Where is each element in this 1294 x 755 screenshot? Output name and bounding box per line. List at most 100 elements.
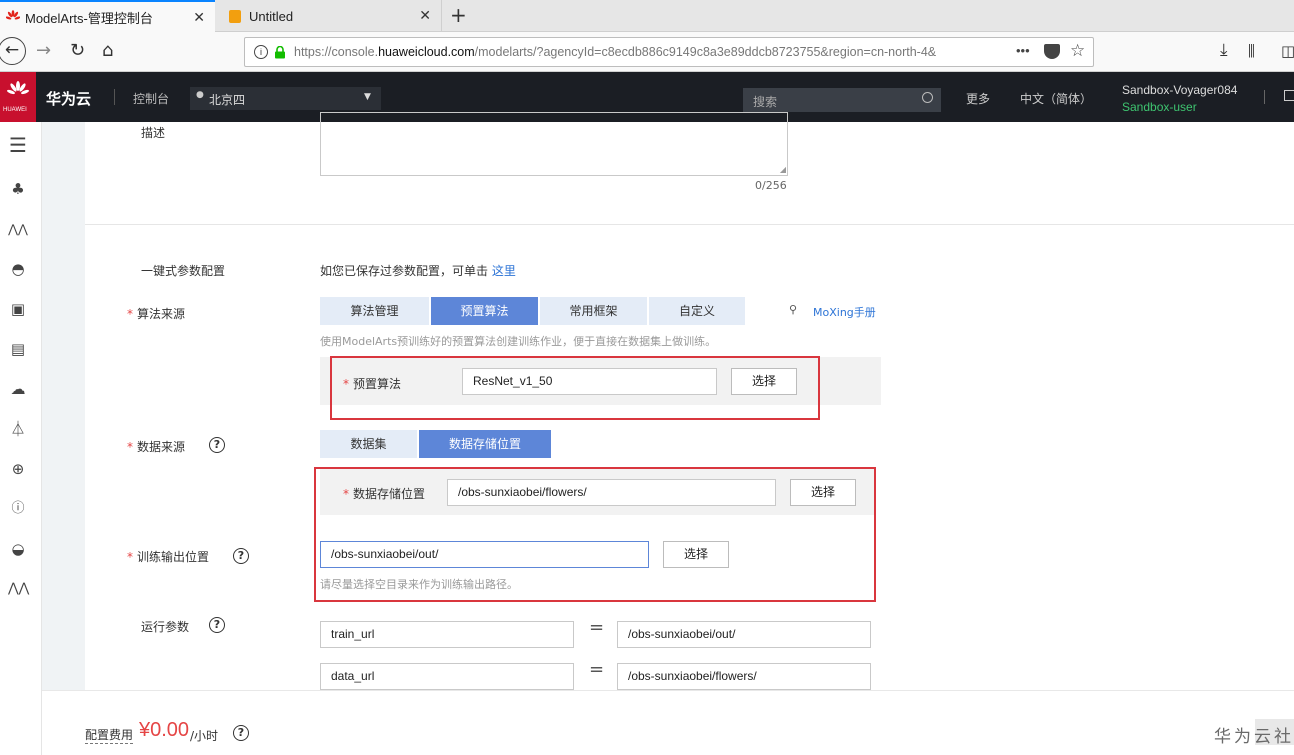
param-key-input[interactable]: data_url [320, 663, 574, 690]
monitor-icon[interactable]: ⋀⋀ [8, 579, 29, 599]
watermark: 华为云社区 [1214, 717, 1294, 747]
tab-title: ModelArts-管理控制台 [25, 10, 153, 26]
description-textarea[interactable]: ◢ [320, 112, 788, 176]
param-value-input[interactable]: /obs-sunxiaobei/flowers/ [617, 663, 871, 690]
moxing-manual-link[interactable]: MoXing手册 [813, 304, 876, 320]
resize-handle-icon[interactable]: ◢ [780, 165, 786, 174]
cost-footer: 配置费用 ¥0.00 /小时 ? 华为云社区 [42, 690, 1294, 755]
cost-unit: /小时 [190, 729, 219, 743]
watermark-text: 华为云社区 [1214, 727, 1294, 747]
algo-tab-custom[interactable]: 自定义 [649, 297, 745, 325]
description-label: 描述 [141, 126, 166, 140]
download-icon[interactable]: ⤓ [1220, 40, 1228, 60]
annotation-box [314, 467, 876, 602]
region-selector[interactable]: ● 北京四 ▼ [190, 87, 381, 110]
page-actions-icon[interactable]: ••• [1016, 43, 1030, 58]
document-icon[interactable]: ▤ [8, 339, 28, 359]
tab-untitled[interactable]: Untitled ✕ [215, 0, 442, 32]
data-tab-storage[interactable]: 数据存储位置 [419, 430, 551, 458]
algo-source-text: 算法来源 [137, 307, 186, 321]
param-key-input[interactable]: train_url [320, 621, 574, 648]
link-icon: ⚲ [789, 303, 798, 316]
one-click-config-text: 如您已保存过参数配置，可单击 这里 [320, 262, 516, 279]
new-tab-icon[interactable]: + [450, 3, 467, 27]
cluster-icon[interactable]: ♣ [8, 179, 28, 199]
data-source-text: 数据来源 [137, 440, 186, 454]
tab-modelarts[interactable]: ModelArts-管理控制台 ✕ [0, 0, 215, 32]
back-icon[interactable]: ← [0, 37, 26, 65]
url-domain: huaweicloud.com [378, 45, 475, 59]
home-icon[interactable]: ⌂ [102, 40, 113, 61]
training-job-form: 描述 ◢ 0/256 一键式参数配置 如您已保存过参数配置，可单击 这里 * 算法… [85, 112, 1294, 690]
secondary-sidebar [42, 122, 85, 690]
cloud-disk-icon[interactable]: ◓ [8, 259, 28, 279]
region-label: 北京四 [209, 93, 246, 107]
description-counter: 0/256 [755, 179, 787, 192]
header-divider [114, 89, 115, 105]
storage-icon[interactable]: ▣ [8, 299, 28, 319]
equals-icon: = [589, 659, 605, 680]
one-click-config-link[interactable]: 这里 [492, 264, 516, 278]
tab-title: Untitled [249, 8, 294, 24]
cloud-icon[interactable]: ☁ [8, 379, 28, 399]
param-value-input[interactable]: /obs-sunxiaobei/out/ [617, 621, 871, 648]
lock-icon [274, 45, 286, 59]
algo-tab-framework[interactable]: 常用框架 [540, 297, 647, 325]
bookmark-star-icon[interactable]: ☆ [1070, 41, 1085, 61]
equals-icon: = [589, 617, 605, 638]
close-tab-icon[interactable]: ✕ [193, 9, 205, 26]
browser-tab-bar: ModelArts-管理控制台 ✕ Untitled ✕ + [0, 0, 1294, 32]
help-icon[interactable]: ? [233, 548, 249, 564]
algo-tab-preset[interactable]: 预置算法 [431, 297, 538, 325]
ip-icon[interactable]: ⓘ [8, 499, 28, 519]
output-location-label: * 训练输出位置 [127, 548, 209, 565]
info-icon[interactable]: i [254, 45, 268, 59]
run-params-label: 运行参数 [141, 620, 190, 634]
huawei-logo[interactable]: HUAWEI [0, 72, 36, 122]
account-user: Sandbox-user [1122, 100, 1197, 114]
header-divider [1264, 90, 1265, 104]
help-icon[interactable]: ? [209, 437, 225, 453]
search-icon[interactable] [922, 92, 933, 103]
language-selector[interactable]: 中文（简体） [1020, 90, 1092, 107]
data-tab-dataset[interactable]: 数据集 [320, 430, 417, 458]
more-menu[interactable]: 更多 [966, 90, 990, 107]
cost-value: ¥0.00 [139, 719, 190, 741]
algo-source-label: * 算法来源 [127, 305, 185, 322]
output-location-text: 训练输出位置 [137, 550, 210, 564]
forward-icon[interactable]: → [36, 40, 51, 61]
close-tab-icon[interactable]: ✕ [419, 7, 431, 24]
url-bar[interactable]: i https://console.huaweicloud.com/modela… [244, 37, 1094, 67]
chevron-down-icon: ▼ [364, 92, 371, 102]
pocket-icon[interactable] [1044, 44, 1060, 59]
search-box[interactable]: 搜索 [743, 88, 941, 112]
database-icon[interactable]: ◒ [8, 539, 28, 559]
url-text: https://console.huaweicloud.com/modelart… [294, 45, 994, 59]
waves-icon[interactable]: ⋀⋀ [8, 219, 28, 239]
required-marker: * [127, 550, 133, 564]
data-source-label: * 数据来源 [127, 438, 185, 455]
console-link[interactable]: 控制台 [133, 90, 169, 107]
vpn-icon[interactable]: ⏃ [8, 419, 28, 439]
url-path: /modelarts/?agencyId=c8ecdb886c9149c8a3e… [474, 45, 937, 59]
algo-tab-management[interactable]: 算法管理 [320, 297, 429, 325]
help-icon[interactable]: ? [233, 725, 249, 741]
reload-icon[interactable]: ↻ [70, 40, 85, 61]
browser-nav-bar: ← → ↻ ⌂ i https://console.huaweicloud.co… [0, 32, 1294, 72]
cost-label: 配置费用 [85, 728, 134, 744]
one-click-config-label: 一键式参数配置 [141, 264, 226, 278]
account-name[interactable]: Sandbox-Voyager084 [1122, 83, 1237, 97]
one-click-config-hint: 如您已保存过参数配置，可单击 [320, 264, 489, 278]
brand-name[interactable]: 华为云 [46, 88, 91, 109]
message-icon[interactable] [1284, 90, 1294, 101]
url-prefix: https://console. [294, 45, 379, 59]
globe-icon[interactable]: ⊕ [8, 459, 28, 479]
help-icon[interactable]: ? [209, 617, 225, 633]
algo-hint: 使用ModelArts预训练好的预置算法创建训练作业，便于直接在数据集上做训练。 [320, 335, 717, 348]
required-marker: * [127, 440, 133, 454]
logo-text: HUAWEI [3, 107, 27, 113]
menu-icon[interactable]: ☰ [8, 135, 28, 155]
library-icon[interactable]: ⫼ [1248, 42, 1255, 60]
sidebar-toggle-icon[interactable]: ◫ [1281, 42, 1294, 60]
note-favicon-icon [229, 9, 241, 23]
